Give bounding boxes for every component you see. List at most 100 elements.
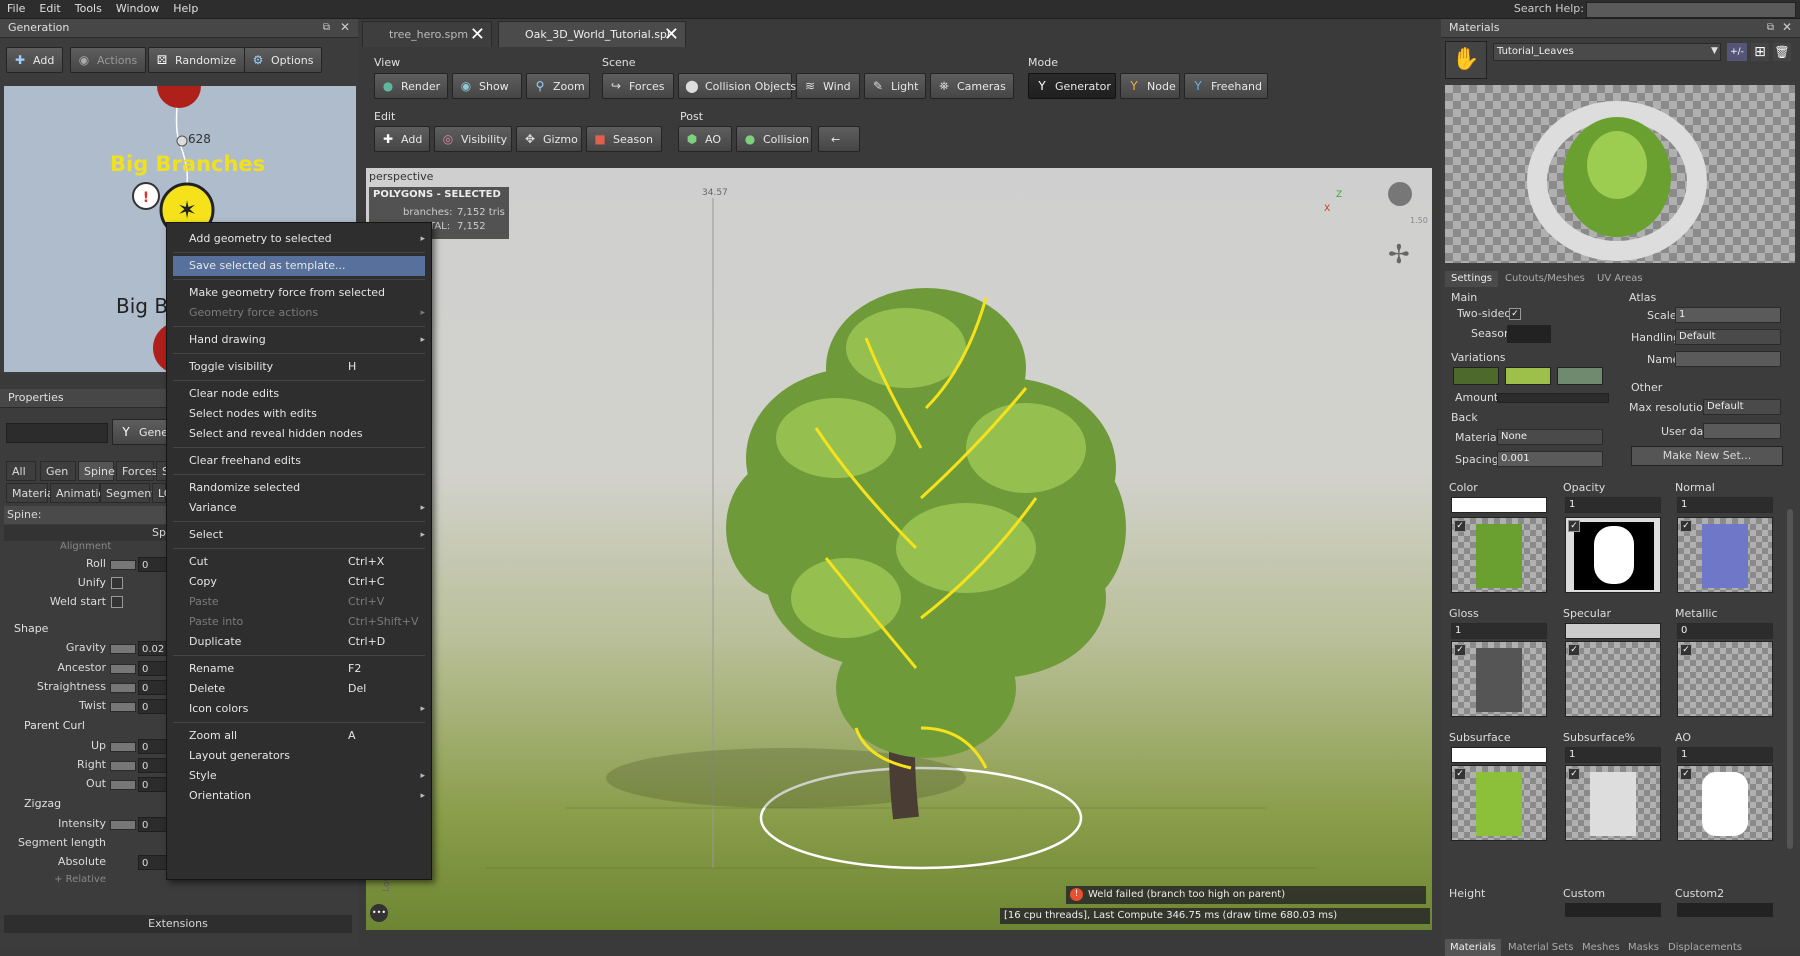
- menu-help[interactable]: Help: [166, 0, 205, 18]
- handling-select[interactable]: Default: [1675, 329, 1781, 345]
- variation-swatch-3[interactable]: [1557, 367, 1603, 385]
- user-data-input[interactable]: [1703, 423, 1781, 439]
- collision-button[interactable]: ● Collision: [736, 126, 812, 152]
- materials-scrollbar[interactable]: [1787, 509, 1793, 849]
- generator-mode-button[interactable]: Y Generator: [1028, 73, 1116, 99]
- variation-swatch-2[interactable]: [1505, 367, 1551, 385]
- gen-add-button[interactable]: ✚ Add: [6, 47, 64, 73]
- close-tab-icon[interactable]: ✕: [470, 22, 485, 48]
- custom2-swatch[interactable]: [1677, 903, 1773, 917]
- gravity-slider[interactable]: [110, 644, 136, 654]
- back-material-select[interactable]: None: [1497, 429, 1603, 445]
- metallic-map-thumb[interactable]: ✓: [1677, 641, 1773, 717]
- up-slider[interactable]: [110, 742, 136, 752]
- forces-button[interactable]: ↪ Forces: [602, 73, 674, 99]
- visibility-button[interactable]: ◎ Visibility: [434, 126, 512, 152]
- roll-slider[interactable]: [110, 560, 136, 570]
- scale-input[interactable]: 1: [1675, 307, 1781, 323]
- make-new-set-button[interactable]: Make New Set...: [1631, 446, 1783, 466]
- mat-tab-uv-areas[interactable]: UV Areas: [1591, 271, 1649, 287]
- generator-type-button[interactable]: Y Gene: [112, 419, 172, 445]
- tab-all[interactable]: All: [6, 461, 36, 481]
- context-menu-item[interactable]: Select ▸: [167, 525, 431, 545]
- bottom-tab-masks[interactable]: Masks: [1623, 939, 1664, 956]
- opacity-input[interactable]: 1: [1565, 497, 1661, 513]
- context-menu-item[interactable]: Duplicate Ctrl+D: [167, 632, 431, 652]
- plusminus-button[interactable]: +/-: [1727, 43, 1747, 61]
- close-tab-icon[interactable]: ✕: [664, 22, 679, 48]
- opacity-map-thumb[interactable]: ✓: [1565, 517, 1661, 593]
- gizmo-button[interactable]: ✥ Gizmo: [516, 126, 582, 152]
- gen-randomize-button[interactable]: ⚄ Randomize: [148, 47, 246, 73]
- delete-material-icon[interactable]: 🗑: [1773, 43, 1791, 61]
- gloss-input[interactable]: 1: [1451, 623, 1547, 639]
- context-menu-item[interactable]: Save selected as template...: [173, 256, 425, 276]
- bottom-tab-material-sets[interactable]: Material Sets: [1503, 939, 1578, 956]
- spacing-input[interactable]: 0.001: [1497, 451, 1603, 467]
- context-menu-item[interactable]: Delete Del: [167, 679, 431, 699]
- menu-window[interactable]: Window: [109, 0, 166, 18]
- gloss-map-thumb[interactable]: ✓: [1451, 641, 1547, 717]
- context-menu-item[interactable]: Hand drawing ▸: [167, 330, 431, 350]
- undock-icon[interactable]: ⧉: [1767, 22, 1774, 33]
- tab-material[interactable]: Material: [6, 483, 57, 503]
- zoom-button[interactable]: ⚲ Zoom: [526, 73, 590, 99]
- tab-segments[interactable]: Segments: [100, 483, 161, 503]
- context-menu-item[interactable]: Clear node edits: [167, 384, 431, 404]
- straightness-slider[interactable]: [110, 683, 136, 693]
- subsurface-pct-input[interactable]: 1: [1565, 747, 1661, 763]
- close-icon[interactable]: ✕: [1782, 20, 1792, 34]
- undock-icon[interactable]: ⧉: [323, 22, 330, 33]
- subsurface-swatch[interactable]: [1451, 747, 1547, 763]
- intensity-slider[interactable]: [110, 820, 136, 830]
- node-mode-button[interactable]: Y Node: [1120, 73, 1180, 99]
- amount-slider[interactable]: [1497, 393, 1609, 403]
- context-menu-item[interactable]: Select and reveal hidden nodes: [167, 424, 431, 444]
- name-input[interactable]: [1675, 351, 1781, 367]
- gen-actions-button[interactable]: ◉ Actions: [70, 47, 147, 73]
- unify-checkbox[interactable]: [111, 577, 123, 589]
- specular-map-thumb[interactable]: ✓: [1565, 641, 1661, 717]
- extensions-bar[interactable]: Extensions: [4, 915, 352, 933]
- color-map-thumb[interactable]: ✓: [1451, 517, 1547, 593]
- menu-edit[interactable]: Edit: [32, 0, 67, 18]
- context-menu-item[interactable]: Cut Ctrl+X: [167, 552, 431, 572]
- menu-file[interactable]: File: [0, 0, 32, 18]
- color-swatch[interactable]: [1451, 497, 1547, 513]
- weld-start-checkbox[interactable]: [111, 596, 123, 608]
- properties-search-input[interactable]: [6, 423, 108, 443]
- out-slider[interactable]: [110, 780, 136, 790]
- ao-input[interactable]: 1: [1677, 747, 1773, 763]
- wind-button[interactable]: ≋ Wind: [796, 73, 860, 99]
- cameras-button[interactable]: ⛯ Cameras: [930, 73, 1014, 99]
- ao-map-thumb[interactable]: ✓: [1677, 765, 1773, 841]
- show-button[interactable]: ◉ Show: [452, 73, 522, 99]
- light-direction-icon[interactable]: [1388, 182, 1412, 206]
- close-icon[interactable]: ✕: [340, 20, 350, 34]
- render-button[interactable]: ● Render: [374, 73, 448, 99]
- subsurface-map-thumb[interactable]: ✓: [1451, 765, 1547, 841]
- mat-tab-cutouts[interactable]: Cutouts/Meshes: [1499, 271, 1591, 287]
- context-menu-item[interactable]: Make geometry force from selected: [167, 283, 431, 303]
- context-menu-item[interactable]: Variance ▸: [167, 498, 431, 518]
- context-menu-item[interactable]: Style ▸: [167, 766, 431, 786]
- season-button[interactable]: ■ Season: [586, 126, 662, 152]
- back-arrow-button[interactable]: ←: [818, 126, 860, 152]
- specular-swatch[interactable]: [1565, 623, 1661, 639]
- normal-map-thumb[interactable]: ✓: [1677, 517, 1773, 593]
- context-menu-item[interactable]: Select nodes with edits: [167, 404, 431, 424]
- hand-icon[interactable]: ✋: [1445, 41, 1487, 79]
- search-help-input[interactable]: [1586, 2, 1796, 18]
- variation-swatch-1[interactable]: [1453, 367, 1499, 385]
- custom-swatch[interactable]: [1565, 903, 1661, 917]
- context-menu-item[interactable]: Rename F2: [167, 659, 431, 679]
- right-slider[interactable]: [110, 761, 136, 771]
- context-menu-item[interactable]: Orientation ▸: [167, 786, 431, 806]
- collision-objects-button[interactable]: ⬤ Collision Objects: [678, 73, 796, 99]
- subsurface-pct-map-thumb[interactable]: ✓: [1565, 765, 1661, 841]
- context-menu-item[interactable]: Clear freehand edits: [167, 451, 431, 471]
- gen-options-button[interactable]: ⚙ Options: [244, 47, 323, 73]
- bottom-tab-materials[interactable]: Materials: [1445, 939, 1501, 956]
- file-tab-tree-hero[interactable]: tree_hero.spm ✕: [362, 21, 492, 47]
- material-select[interactable]: Tutorial_Leaves: [1493, 43, 1721, 61]
